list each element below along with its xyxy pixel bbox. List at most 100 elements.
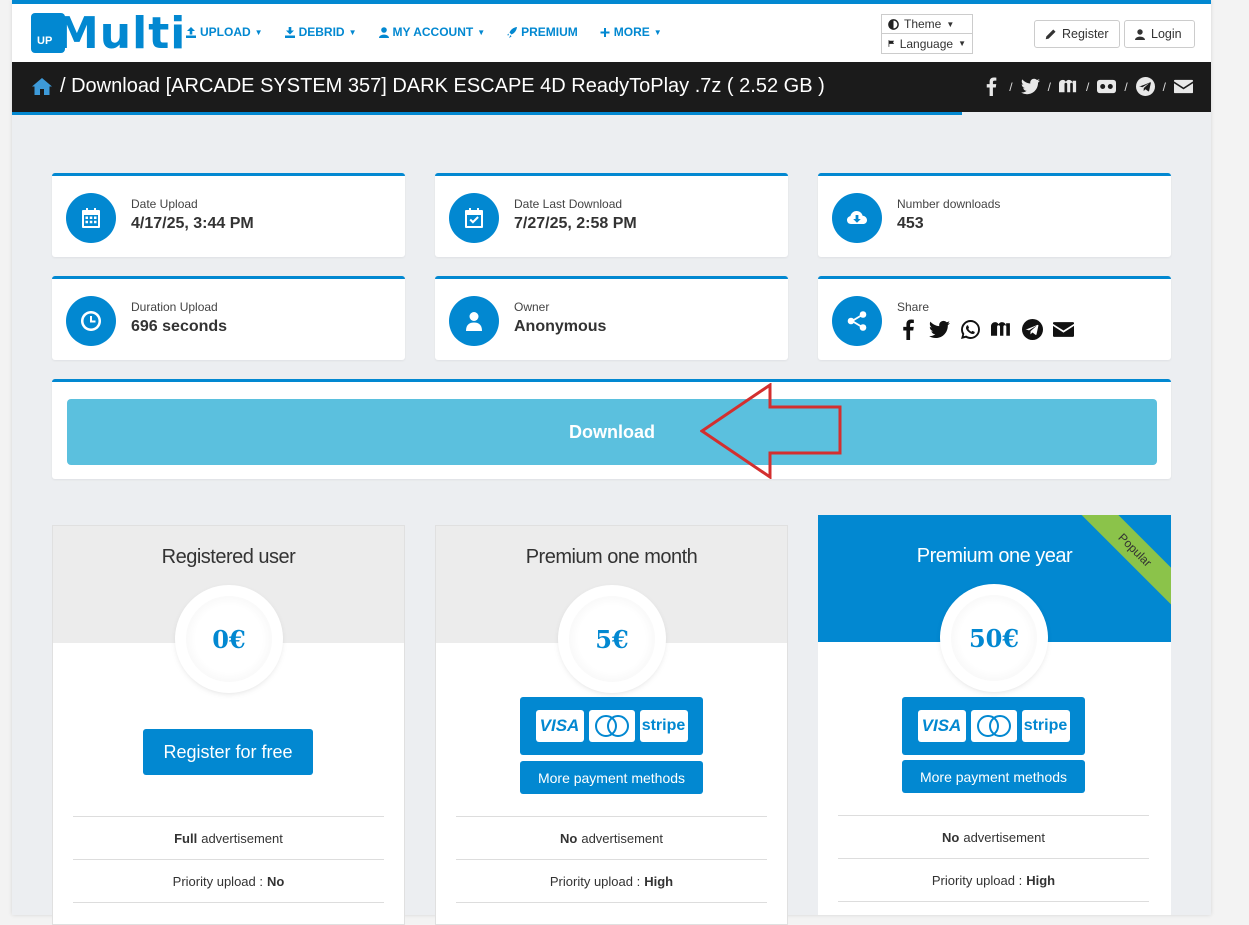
stripe-logo: stripe	[639, 710, 688, 742]
feature-priority-label: Priority upload :	[931, 873, 1023, 888]
separator: /	[1047, 79, 1051, 94]
date-last-download-value: 7/27/25, 2:58 PM	[514, 215, 637, 232]
register-label: Register	[1062, 27, 1109, 41]
page-title-text: / Download [ARCADE SYSTEM 357] DARK ESCA…	[60, 75, 825, 97]
date-last-download-label: Date Last Download	[514, 197, 623, 211]
calendar-check-icon-badge	[449, 193, 499, 243]
separator: /	[1009, 79, 1013, 94]
nav-premium[interactable]: PREMIUM	[507, 25, 578, 39]
chevron-down-icon: ▼	[653, 27, 662, 37]
rocket-icon	[507, 26, 518, 38]
flag-icon	[888, 40, 895, 47]
feature-priority-upload: Priority upload : High	[838, 858, 1149, 902]
language-label: Language	[899, 36, 954, 51]
more-payment-methods-button[interactable]: More payment methods	[902, 760, 1085, 793]
plus-icon	[600, 27, 610, 37]
feature-ad-text: advertisement	[201, 831, 283, 846]
download-card: Download	[52, 379, 1171, 479]
feature-divider	[838, 901, 1149, 915]
telegram-icon[interactable]	[1135, 77, 1155, 96]
navbar: UP Multi UPLOAD ▼ DEBRID ▼ MY ACCOUNT ▼ …	[12, 4, 1211, 62]
whatsapp-icon[interactable]	[960, 319, 981, 340]
chevron-down-icon: ▼	[477, 27, 486, 37]
plan-premium-year: Popular Premium one year 50€ VISA stripe…	[818, 515, 1171, 915]
number-downloads-label: Number downloads	[897, 197, 1001, 211]
caret-down-icon: ▼	[946, 19, 955, 29]
download-icon	[284, 26, 295, 38]
plan-premium-month: Premium one month 5€ VISA stripe More pa…	[435, 525, 788, 925]
owner-label: Owner	[514, 300, 550, 314]
plan-title: Premium one year	[916, 545, 1073, 567]
title-progress-bar	[12, 112, 962, 115]
share-nodes-icon	[847, 311, 867, 331]
site-logo[interactable]: UP Multi	[31, 8, 185, 59]
duration-upload-label: Duration Upload	[131, 300, 218, 314]
plan-title: Registered user	[161, 546, 296, 568]
download-button[interactable]: Download	[67, 399, 1157, 465]
duration-upload-card: Duration Upload 696 seconds	[52, 276, 405, 360]
nav-more[interactable]: MORE ▼	[600, 25, 662, 39]
envelope-icon[interactable]	[1053, 319, 1074, 340]
visa-logo: VISA	[917, 710, 966, 742]
nav-my-account-label: MY ACCOUNT	[392, 25, 474, 39]
chevron-down-icon: ▼	[348, 27, 357, 37]
more-payment-methods-button[interactable]: More payment methods	[520, 761, 703, 794]
caret-down-icon: ▼	[958, 39, 966, 48]
feature-priority-upload: Priority upload : No	[73, 859, 384, 903]
feature-priority-value: No	[266, 874, 285, 889]
feature-ad-text: advertisement	[581, 831, 663, 846]
upload-icon	[186, 26, 196, 38]
user-icon	[1135, 28, 1145, 40]
register-for-free-button[interactable]: Register for free	[143, 729, 313, 775]
twitter-icon[interactable]	[1020, 77, 1040, 96]
chevron-down-icon: ▼	[254, 27, 263, 37]
register-button[interactable]: Register	[1034, 20, 1120, 48]
vk-icon[interactable]	[1097, 77, 1117, 96]
nav-upload[interactable]: UPLOAD ▼	[186, 25, 263, 39]
date-upload-value: 4/17/25, 3:44 PM	[131, 215, 254, 232]
telegram-icon[interactable]	[1022, 319, 1043, 340]
annotation-arrow-icon	[700, 383, 842, 479]
nav-debrid[interactable]: DEBRID ▼	[284, 25, 357, 39]
plan-price: 5€	[569, 596, 655, 682]
logo-up-text: UP	[37, 35, 53, 47]
login-button[interactable]: Login	[1124, 20, 1195, 48]
nav-my-account[interactable]: MY ACCOUNT ▼	[378, 25, 486, 39]
number-downloads-card: Number downloads 453	[818, 173, 1171, 257]
feature-ad-emphasis: No	[560, 831, 578, 846]
theme-dropdown[interactable]: Theme ▼	[881, 14, 973, 34]
theme-label: Theme	[904, 17, 942, 31]
plan-title: Premium one month	[525, 546, 698, 568]
separator: /	[1124, 79, 1128, 94]
page: UP Multi UPLOAD ▼ DEBRID ▼ MY ACCOUNT ▼ …	[12, 0, 1211, 925]
page-title: / Download [ARCADE SYSTEM 357] DARK ESCA…	[32, 75, 825, 98]
feature-priority-label: Priority upload :	[549, 874, 641, 889]
main-nav: UPLOAD ▼ DEBRID ▼ MY ACCOUNT ▼ PREMIUM M…	[186, 25, 662, 39]
theme-language-group: Theme ▼ Language ▼	[881, 14, 973, 54]
mix-icon[interactable]	[991, 319, 1012, 340]
payment-logos-button[interactable]: VISA stripe	[902, 697, 1085, 755]
envelope-icon[interactable]	[1174, 77, 1193, 96]
separator: /	[1162, 79, 1166, 94]
user-icon	[378, 26, 389, 38]
feature-advertisement: Full advertisement	[73, 816, 384, 860]
home-icon[interactable]	[32, 78, 52, 95]
mix-icon[interactable]	[1058, 77, 1078, 96]
payment-logos-button[interactable]: VISA stripe	[520, 697, 703, 755]
facebook-icon[interactable]	[982, 77, 1001, 96]
mastercard-logo	[588, 710, 635, 742]
price-badge: 5€	[562, 589, 662, 689]
plan-price: 0€	[186, 596, 272, 682]
feature-divider	[73, 902, 384, 924]
feature-priority-label: Priority upload :	[172, 874, 263, 889]
twitter-icon[interactable]	[929, 319, 950, 340]
title-share-icons: / / / / /	[982, 77, 1193, 96]
clock-icon-badge	[66, 296, 116, 346]
feature-priority-value: High	[1026, 873, 1056, 888]
share-icons-row	[898, 319, 1074, 340]
language-dropdown[interactable]: Language ▼	[881, 34, 973, 54]
facebook-icon[interactable]	[898, 319, 919, 340]
feature-ad-emphasis: No	[942, 830, 960, 845]
date-upload-label: Date Upload	[131, 197, 198, 211]
feature-ad-text: advertisement	[963, 830, 1045, 845]
